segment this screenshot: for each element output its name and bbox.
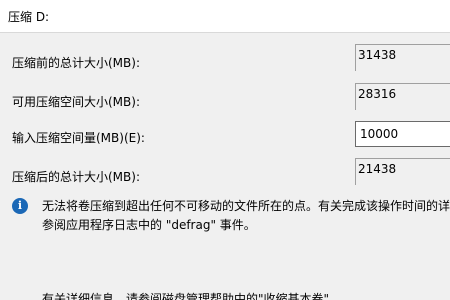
info-message-line1: 无法将卷压缩到超出任何不可移动的文件所在的点。有关完成该操作时间的详 bbox=[42, 199, 450, 213]
total-before-label: 压缩前的总计大小(MB): bbox=[12, 56, 140, 70]
available-space-value-box: 28316 bbox=[355, 83, 450, 110]
shrink-amount-input[interactable] bbox=[355, 121, 450, 147]
total-after-value: 21438 bbox=[358, 162, 397, 176]
total-after-value-box: 21438 bbox=[355, 158, 450, 185]
total-before-value: 31438 bbox=[358, 48, 397, 62]
info-message-line2: 参阅应用程序日志中的 "defrag" 事件。 bbox=[42, 218, 256, 232]
shrink-amount-label: 输入压缩空间量(MB)(E): bbox=[12, 131, 145, 145]
dialog-title: 压缩 D: bbox=[8, 10, 50, 24]
total-before-value-box: 31438 bbox=[355, 44, 450, 71]
available-space-label: 可用压缩空间大小(MB): bbox=[12, 95, 140, 109]
title-bar[interactable]: 压缩 D: bbox=[0, 0, 450, 33]
available-space-value: 28316 bbox=[358, 87, 397, 101]
info-message: 无法将卷压缩到超出任何不可移动的文件所在的点。有关完成该操作时间的详 参阅应用程… bbox=[42, 197, 450, 235]
total-after-label: 压缩后的总计大小(MB): bbox=[12, 170, 140, 184]
info-icon: i bbox=[12, 198, 28, 214]
help-reference-text: 有关详细信息，请参阅磁盘管理帮助中的"收缩基本卷" bbox=[42, 292, 330, 300]
shrink-dialog: 压缩 D: 压缩前的总计大小(MB): 31438 可用压缩空间大小(MB): … bbox=[0, 0, 450, 300]
